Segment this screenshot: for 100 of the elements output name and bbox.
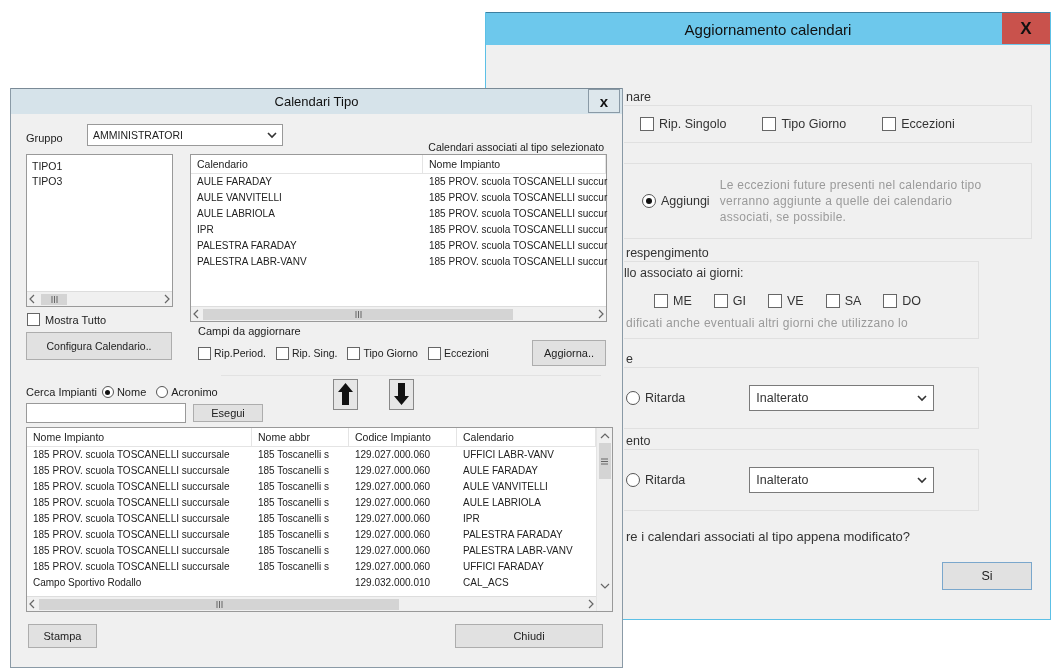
table-cell-text: 129.027.000.060 [354, 480, 432, 494]
table-cell-text: 129.027.000.060 [354, 496, 432, 510]
table-cell-text: PALESTRA LABR-VANV [196, 255, 308, 269]
radio-button[interactable] [156, 386, 169, 398]
horizontal-scrollbar[interactable] [27, 596, 596, 611]
chevron-up-icon [599, 431, 610, 441]
checkbox[interactable] [654, 294, 668, 308]
checkbox[interactable] [883, 294, 898, 308]
column-header[interactable]: Calendario [191, 155, 423, 173]
checkbox[interactable] [275, 346, 289, 360]
column-header[interactable]: Nome Impianto [27, 428, 252, 446]
dropdown[interactable]: Inalterato [749, 467, 935, 493]
section-label: Calendari associati al tipo selezionato [428, 141, 604, 153]
close-button[interactable]: X [1002, 13, 1050, 44]
window-title: Aggiornamento calendari [684, 20, 852, 38]
configure-button[interactable]: Configura Calendario.. [26, 332, 172, 360]
checkbox-label[interactable]: Rip.Period. [214, 347, 266, 359]
checkbox[interactable] [27, 313, 40, 326]
checkbox[interactable] [347, 346, 361, 360]
checkbox[interactable] [882, 117, 897, 131]
caret-icon [267, 131, 277, 139]
vertical-scrollbar[interactable] [596, 428, 612, 611]
checkbox[interactable] [198, 346, 211, 360]
radio-button[interactable] [626, 473, 640, 487]
checkbox[interactable] [762, 117, 777, 131]
move-up-button[interactable] [332, 378, 358, 410]
field-label: Gruppo [26, 130, 64, 144]
checkbox-label[interactable]: Eccezioni [443, 347, 489, 359]
update-button[interactable]: Aggiorna.. [532, 340, 606, 366]
checkbox-label[interactable]: Tipo Giorno [781, 117, 847, 131]
checkbox[interactable] [713, 294, 728, 308]
checkbox[interactable] [427, 346, 441, 360]
checkbox-label[interactable]: ME [673, 294, 692, 308]
table-cell-text: UFFICI LABR-VANV [462, 448, 555, 462]
column-header[interactable]: Codice Impianto [349, 428, 457, 446]
dropdown[interactable]: Inalterato [749, 385, 935, 411]
radio-label[interactable]: Acronimo [171, 386, 218, 398]
run-button[interactable]: Esegui [193, 404, 263, 422]
checkbox-label[interactable]: SA [844, 294, 862, 308]
table-cell-text: 129.027.000.060 [354, 544, 432, 558]
close-button[interactable]: x [588, 89, 620, 113]
table-cell-text: 185 PROV. scuola TOSCANELLI succursale [32, 512, 231, 526]
scroll-thumb[interactable] [203, 308, 513, 320]
radio-label[interactable]: Aggiungi [661, 194, 710, 208]
horizontal-scrollbar[interactable] [191, 306, 606, 321]
grip-icon [601, 457, 608, 465]
search-field[interactable] [26, 403, 186, 423]
column-header[interactable]: Nome abbr [252, 428, 349, 446]
table-cell-text: IPR [196, 223, 215, 237]
table-cell-text: IPR [462, 512, 481, 526]
table-cell-text: 129.027.000.060 [354, 560, 432, 574]
checkbox[interactable] [825, 294, 840, 308]
checkbox-label[interactable]: Rip. Singolo [659, 117, 727, 131]
checkbox-label[interactable]: Mostra Tutto [45, 313, 107, 326]
checkbox-label[interactable]: Eccezioni [901, 117, 955, 131]
arrow-down-icon [392, 382, 410, 406]
chevron-right-icon [586, 599, 596, 609]
print-button[interactable]: Stampa [28, 624, 97, 648]
dropdown[interactable]: AMMINISTRATORI [87, 124, 283, 146]
table-cell-text: AULE VANVITELLI [196, 191, 283, 205]
prompt-text: llo associato ai giorni: [624, 266, 745, 280]
table-cell-text: 129.027.000.060 [354, 464, 432, 478]
scroll-thumb[interactable] [41, 293, 67, 305]
table-cell-text: AULE VANVITELLI [462, 480, 549, 494]
table-cell-text: 185 Toscanelli s [257, 496, 330, 510]
table-cell-text: AULE FARADAY [462, 464, 539, 478]
yes-button[interactable]: Si [942, 562, 1032, 590]
list-item[interactable]: TIPO1 [30, 159, 169, 174]
group-label: e [626, 351, 634, 367]
checkbox-label[interactable]: DO [902, 294, 922, 308]
table-cell-text: 185 PROV. scuola TOSCANELLI succursale [32, 480, 231, 494]
checkbox[interactable] [640, 117, 654, 131]
scroll-thumb[interactable] [598, 443, 611, 479]
close-button[interactable]: Chiudi [455, 624, 603, 648]
move-down-button[interactable] [388, 378, 414, 410]
group-label: ento [626, 433, 652, 449]
radio-label[interactable]: Ritarda [645, 391, 686, 405]
radio-button[interactable] [642, 194, 656, 208]
horizontal-scrollbar[interactable] [27, 291, 172, 306]
column-header[interactable]: Nome Impianto [423, 155, 606, 173]
checkbox-label[interactable]: Rip. Sing. [291, 347, 338, 359]
radio-label[interactable]: Nome [116, 386, 147, 398]
table-cell-text: Campo Sportivo Rodallo [32, 576, 143, 590]
radio-button[interactable] [626, 391, 640, 405]
radio-label[interactable]: Ritarda [645, 473, 686, 487]
table-cell-text: 185 PROV. scuola TOSCANELLI succursale [32, 528, 231, 542]
checkbox-label[interactable]: VE [786, 294, 804, 308]
checkbox-label[interactable]: Tipo Giorno [363, 347, 418, 359]
list-item[interactable]: TIPO3 [30, 174, 169, 189]
radio-button[interactable] [101, 386, 114, 398]
chevron-right-icon [162, 294, 172, 304]
table-cell-text: 129.027.000.060 [354, 512, 432, 526]
checkbox-label[interactable]: GI [732, 294, 746, 308]
table-cell-text: 129.032.000.010 [354, 576, 432, 590]
group-label: nare [626, 89, 653, 105]
scroll-thumb[interactable] [39, 598, 399, 610]
table-cell-text: 185 Toscanelli s [257, 480, 330, 494]
table-cell-text: 185 Toscanelli s [257, 464, 330, 478]
group-label: respengimento [626, 245, 710, 261]
checkbox[interactable] [767, 294, 782, 308]
